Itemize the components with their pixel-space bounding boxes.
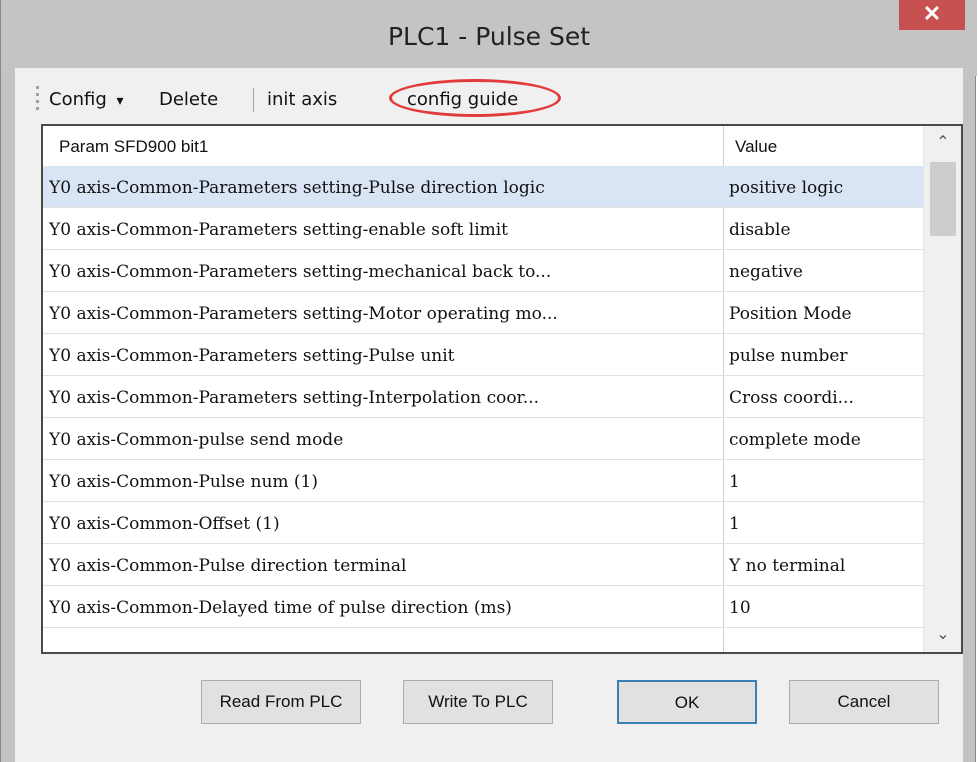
value-cell[interactable]: 1 <box>729 460 919 501</box>
config-guide-button[interactable]: config guide <box>407 84 518 116</box>
table-row[interactable]: Y0 axis-Common-Delayed time of pulse dir… <box>43 586 923 628</box>
param-cell[interactable]: Y0 axis-Common-Pulse num (1) <box>49 460 719 501</box>
value-cell[interactable]: Position Mode <box>729 292 919 333</box>
chevron-down-icon: ▾ <box>116 93 124 109</box>
param-cell[interactable]: Y0 axis-Common-Parameters setting-Pulse … <box>49 166 719 207</box>
value-cell[interactable]: disable <box>729 208 919 249</box>
param-cell[interactable]: Y0 axis-Common-Parameters setting-mechan… <box>49 250 719 291</box>
parameter-grid[interactable]: Param SFD900 bit1 Value Y0 axis-Common-P… <box>41 124 963 654</box>
read-from-plc-button[interactable]: Read From PLC <box>201 680 361 724</box>
table-row[interactable]: Y0 axis-Common-Parameters setting-mechan… <box>43 250 923 292</box>
write-to-plc-button[interactable]: Write To PLC <box>403 680 553 724</box>
dialog-body: Config ▾ Delete init axis config guide P… <box>15 68 963 762</box>
ok-button[interactable]: OK <box>617 680 757 724</box>
title-bar[interactable]: PLC1 - Pulse Set ✕ <box>1 0 977 76</box>
param-cell[interactable]: Y0 axis-Common-pulse send mode <box>49 418 719 459</box>
cancel-button[interactable]: Cancel <box>789 680 939 724</box>
vertical-scrollbar[interactable]: ⌃ ⌄ <box>923 126 961 652</box>
table-row[interactable]: Y0 axis-Common-Offset (1) 1 <box>43 502 923 544</box>
scroll-up-icon[interactable]: ⌃ <box>924 126 961 160</box>
param-cell[interactable]: Y0 axis-Common-Offset (1) <box>49 502 719 543</box>
delete-button[interactable]: Delete <box>159 84 218 116</box>
table-row[interactable]: Y0 axis-Common-Parameters setting-Pulse … <box>43 166 923 208</box>
value-cell[interactable]: positive logic <box>729 166 919 207</box>
init-axis-button[interactable]: init axis <box>267 84 337 116</box>
value-cell[interactable]: complete mode <box>729 418 919 459</box>
param-cell[interactable]: Y0 axis-Common-Parameters setting-enable… <box>49 208 719 249</box>
value-cell[interactable]: negative <box>729 250 919 291</box>
param-cell[interactable]: Y0 axis-Common-Pulse direction terminal <box>49 544 719 585</box>
scroll-thumb[interactable] <box>930 162 956 236</box>
close-icon: ✕ <box>922 1 942 26</box>
table-row[interactable]: Y0 axis-Common-Parameters setting-Motor … <box>43 292 923 334</box>
window-title: PLC1 - Pulse Set <box>387 22 591 51</box>
value-cell[interactable]: Cross coordi... <box>729 376 919 417</box>
table-row[interactable]: Y0 axis-Common-Parameters setting-Interp… <box>43 376 923 418</box>
config-menu-button[interactable]: Config ▾ <box>49 84 124 116</box>
value-cell[interactable]: Y no terminal <box>729 544 919 585</box>
toolbar-grip-icon[interactable] <box>35 86 41 114</box>
table-row[interactable]: Y0 axis-Common-pulse send mode complete m… <box>43 418 923 460</box>
value-cell[interactable]: 10 <box>729 586 919 627</box>
toolbar-separator <box>253 88 254 112</box>
value-cell[interactable]: pulse number <box>729 334 919 375</box>
param-cell[interactable]: Y0 axis-Common-Delayed time of pulse dir… <box>49 586 719 627</box>
toolbar: Config ▾ Delete init axis config guide <box>35 78 945 122</box>
table-row[interactable]: Y0 axis-Common-Pulse num (1) 1 <box>43 460 923 502</box>
column-header-value[interactable]: Value <box>735 126 777 166</box>
param-cell[interactable]: Y0 axis-Common-Parameters setting-Pulse … <box>49 334 719 375</box>
column-header-param[interactable]: Param SFD900 bit1 <box>59 126 208 166</box>
config-label: Config <box>49 89 107 110</box>
scroll-down-icon[interactable]: ⌄ <box>924 618 961 652</box>
param-cell[interactable]: Y0 axis-Common-Parameters setting-Interp… <box>49 376 719 417</box>
table-row[interactable]: Y0 axis-Common-Parameters setting-enable… <box>43 208 923 250</box>
table-row[interactable]: Y0 axis-Common-Pulse direction terminal Y… <box>43 544 923 586</box>
param-cell[interactable]: Y0 axis-Common-Parameters setting-Motor … <box>49 292 719 333</box>
table-row[interactable]: Y0 axis-Common-Parameters setting-Pulse … <box>43 334 923 376</box>
pulse-set-dialog: PLC1 - Pulse Set ✕ Config ▾ Delete init … <box>0 0 977 762</box>
value-cell[interactable]: 1 <box>729 502 919 543</box>
grid-header: Param SFD900 bit1 Value <box>43 126 923 167</box>
close-button[interactable]: ✕ <box>899 0 965 30</box>
